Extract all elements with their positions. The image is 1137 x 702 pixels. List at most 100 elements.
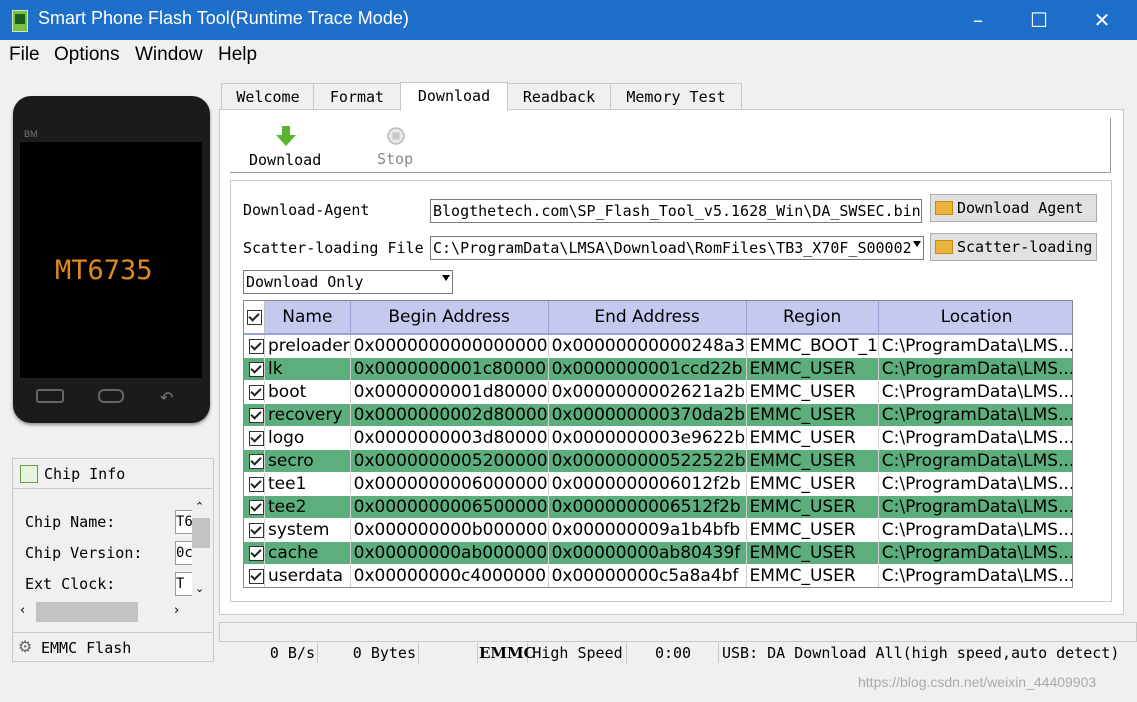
row-checkbox[interactable] xyxy=(249,361,264,377)
stop-button-label[interactable]: Stop xyxy=(377,150,413,168)
cell-location: C:\ProgramData\LMS... xyxy=(878,357,1072,381)
row-checkbox-cell[interactable] xyxy=(244,426,265,450)
row-checkbox-cell[interactable] xyxy=(244,380,265,404)
menu-window[interactable]: Window xyxy=(135,44,203,66)
scatter-loading-field[interactable]: C:\ProgramData\LMSA\Download\RomFiles\TB… xyxy=(430,236,924,260)
folder-icon xyxy=(935,239,953,254)
tab-readback[interactable]: Readback xyxy=(507,83,611,110)
cell-begin-address: 0x0000000003d80000 xyxy=(350,426,549,450)
scroll-down-icon[interactable]: ⌄ xyxy=(195,582,204,595)
row-checkbox[interactable] xyxy=(249,430,264,446)
download-agent-button[interactable]: Download Agent xyxy=(930,194,1097,222)
cell-location: C:\ProgramData\LMS... xyxy=(878,472,1072,496)
cell-end-address: 0x0000000006012f2b xyxy=(548,472,747,496)
chevron-down-icon[interactable] xyxy=(442,275,450,281)
cell-end-address: 0x00000000000248a3 xyxy=(548,334,747,358)
scroll-up-icon[interactable]: ⌃ xyxy=(195,500,204,513)
cell-name: lk xyxy=(264,357,351,381)
download-arrow-icon xyxy=(276,126,296,146)
table-row[interactable]: tee2 0x0000000006500000 0x0000000006512f2b… xyxy=(244,495,1072,519)
tab-download[interactable]: Download xyxy=(400,82,508,111)
col-begin-address[interactable]: Begin Address xyxy=(350,301,549,335)
table-row[interactable]: userdata 0x00000000c4000000 0x00000000c5a8… xyxy=(244,564,1072,587)
mode-select[interactable]: Download Only xyxy=(243,270,453,294)
row-checkbox-cell[interactable] xyxy=(244,495,265,519)
col-end-address[interactable]: End Address xyxy=(548,301,747,335)
col-region[interactable]: Region xyxy=(746,301,879,335)
table-row[interactable]: system 0x000000000b000000 0x000000009a1b4b… xyxy=(244,518,1072,542)
cell-region: EMMC_USER xyxy=(746,403,879,427)
phone-menu-key xyxy=(36,389,64,403)
table-row[interactable]: secro 0x0000000005200000 0x000000000522522… xyxy=(244,449,1072,473)
cell-location: C:\ProgramData\LMS... xyxy=(878,564,1072,587)
cell-name: logo xyxy=(264,426,351,450)
cell-name: recovery xyxy=(264,403,351,427)
row-checkbox-cell[interactable] xyxy=(244,472,265,496)
cell-region: EMMC_USER xyxy=(746,472,879,496)
chip-info-vscroll-thumb[interactable] xyxy=(192,518,210,548)
progress-bar xyxy=(219,622,1137,642)
cell-location: C:\ProgramData\LMS... xyxy=(878,426,1072,450)
stop-icon[interactable] xyxy=(387,127,405,145)
chip-info-title: Chip Info xyxy=(44,465,126,483)
row-checkbox-cell[interactable] xyxy=(244,403,265,427)
cell-name: secro xyxy=(264,449,351,473)
row-checkbox[interactable] xyxy=(249,568,264,584)
menu-options[interactable]: Options xyxy=(54,44,119,66)
scatter-loading-button[interactable]: Scatter-loading xyxy=(930,233,1097,261)
chip-name-label: Chip Name: xyxy=(25,513,116,531)
row-checkbox[interactable] xyxy=(249,338,264,354)
row-checkbox-cell[interactable] xyxy=(244,541,265,565)
cell-end-address: 0x000000000522522b xyxy=(548,449,747,473)
table-row[interactable]: boot 0x0000000001d80000 0x0000000002621a2b… xyxy=(244,380,1072,404)
col-name[interactable]: Name xyxy=(264,301,351,335)
table-row[interactable]: logo 0x0000000003d80000 0x0000000003e9622b… xyxy=(244,426,1072,450)
table-row[interactable]: cache 0x00000000ab000000 0x00000000ab80439… xyxy=(244,541,1072,565)
cell-name: cache xyxy=(264,541,351,565)
col-location[interactable]: Location xyxy=(878,301,1072,335)
row-checkbox[interactable] xyxy=(249,453,264,469)
table-row[interactable]: preloader 0x0000000000000000 0x00000000000… xyxy=(244,334,1072,358)
gear-icon: ⚙ xyxy=(18,637,33,656)
table-row[interactable]: lk 0x0000000001c80000 0x0000000001ccd22b EM… xyxy=(244,357,1072,381)
row-checkbox[interactable] xyxy=(249,476,264,492)
row-checkbox-cell[interactable] xyxy=(244,334,265,358)
tab-memory-test[interactable]: Memory Test xyxy=(610,83,742,110)
cell-begin-address: 0x00000000c4000000 xyxy=(350,564,549,587)
minimize-icon[interactable]: – xyxy=(948,0,1008,40)
cell-begin-address: 0x0000000002d80000 xyxy=(350,403,549,427)
row-checkbox-cell[interactable] xyxy=(244,518,265,542)
row-checkbox-cell[interactable] xyxy=(244,449,265,473)
download-agent-field[interactable]: Blogthetech.com\SP_Flash_Tool_v5.1628_Wi… xyxy=(430,199,922,223)
row-checkbox[interactable] xyxy=(249,407,264,423)
cell-region: EMMC_USER xyxy=(746,357,879,381)
menu-help[interactable]: Help xyxy=(218,44,257,66)
row-checkbox-cell[interactable] xyxy=(244,357,265,381)
emmc-flash-title: EMMC Flash xyxy=(41,639,132,657)
row-checkbox[interactable] xyxy=(249,522,264,538)
cell-region: EMMC_USER xyxy=(746,426,879,450)
scroll-left-icon[interactable]: ‹ xyxy=(20,603,25,618)
table-row[interactable]: recovery 0x0000000002d80000 0x000000000370… xyxy=(244,403,1072,427)
select-all-checkbox[interactable] xyxy=(246,309,262,325)
tab-welcome[interactable]: Welcome xyxy=(221,83,315,110)
row-checkbox[interactable] xyxy=(249,499,264,515)
select-all-cell[interactable] xyxy=(244,301,265,335)
row-checkbox-cell[interactable] xyxy=(244,564,265,587)
table-row[interactable]: tee1 0x0000000006000000 0x0000000006012f2b… xyxy=(244,472,1072,496)
cell-begin-address: 0x0000000006000000 xyxy=(350,472,549,496)
phone-brand: BM xyxy=(24,129,38,139)
tab-format[interactable]: Format xyxy=(313,83,401,110)
dropdown-arrow-icon[interactable] xyxy=(913,241,921,247)
close-icon[interactable]: ✕ xyxy=(1072,0,1132,40)
row-checkbox[interactable] xyxy=(249,545,264,561)
cell-region: EMMC_BOOT_1 xyxy=(746,334,879,358)
chip-version-value: 0c xyxy=(175,541,193,565)
chip-info-hscroll-thumb[interactable] xyxy=(36,602,138,622)
row-checkbox[interactable] xyxy=(249,384,264,400)
watermark: https://blog.csdn.net/weixin_44409903 xyxy=(858,674,1097,690)
maximize-icon[interactable]: ☐ xyxy=(1009,0,1069,40)
scroll-right-icon[interactable]: › xyxy=(174,603,179,618)
cell-begin-address: 0x00000000ab000000 xyxy=(350,541,549,565)
menu-file[interactable]: File xyxy=(9,44,40,66)
